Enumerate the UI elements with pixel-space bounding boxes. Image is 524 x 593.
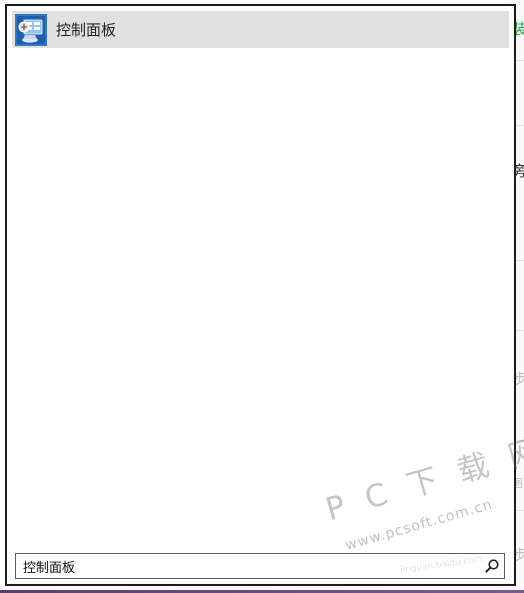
search-result-control-panel[interactable]: 控制面板 (12, 11, 509, 48)
start-search-panel: 控制面板 (5, 4, 516, 586)
screenshot: 装 旁 步 图 步 控制面板 控制面板 P C 下 载 网 www.pcsoft… (0, 0, 524, 593)
search-icon (485, 559, 499, 573)
search-button[interactable] (480, 554, 504, 578)
control-panel-icon (15, 13, 47, 46)
search-result-label: 控制面板 (56, 21, 117, 39)
